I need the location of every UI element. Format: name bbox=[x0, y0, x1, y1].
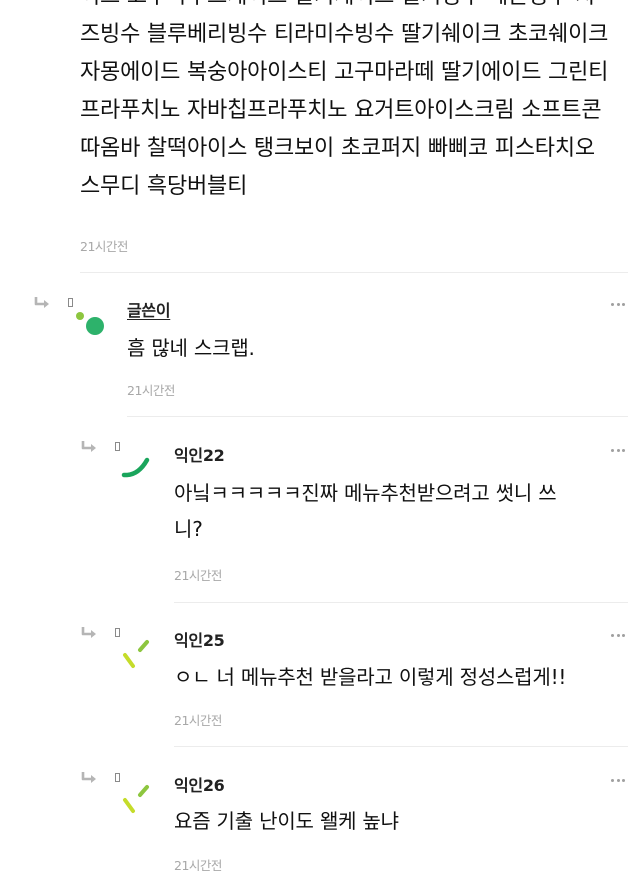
comment-text: 흠 많네 스크랩. bbox=[127, 336, 255, 360]
post-body-line: 따옴바 찰떡아이스 탱크보이 초코퍼지 빠삐코 피스타치오 bbox=[80, 136, 595, 161]
more-options-icon[interactable] bbox=[611, 632, 627, 638]
comment-timestamp: 21시간전 bbox=[174, 858, 222, 873]
comment-badge-icon bbox=[115, 442, 120, 451]
post-body-line: 자몽에이드 복숭아아이스티 고구마라떼 딸기에이드 그린티 bbox=[80, 60, 609, 85]
avatar[interactable] bbox=[120, 638, 154, 670]
more-options-icon[interactable] bbox=[611, 777, 627, 783]
divider bbox=[80, 272, 628, 273]
comment-badge-icon bbox=[115, 628, 120, 637]
reply-arrow-icon bbox=[81, 626, 97, 640]
comment-badge-icon bbox=[68, 298, 73, 307]
divider bbox=[174, 746, 628, 747]
post-timestamp: 21시간전 bbox=[80, 239, 128, 254]
divider bbox=[174, 602, 628, 603]
comment-author[interactable]: 익인22 bbox=[174, 442, 225, 466]
more-options-icon[interactable] bbox=[611, 301, 627, 307]
divider bbox=[127, 416, 628, 417]
comment-author[interactable]: 글쓴이 bbox=[127, 297, 171, 321]
post-body-line: 즈빙수 블루베리빙수 티라미수빙수 딸기쉐이크 초코쉐이크 bbox=[80, 22, 609, 47]
comment-timestamp: 21시간전 bbox=[174, 713, 222, 728]
comment-text-line: 니? bbox=[174, 517, 203, 541]
comment-timestamp: 21시간전 bbox=[174, 568, 222, 583]
comment-badge-icon bbox=[115, 773, 120, 782]
reply-arrow-icon bbox=[81, 440, 97, 454]
avatar[interactable] bbox=[74, 310, 106, 338]
comment-text-line: 아닠ㅋㅋㅋㅋㅋ진짜 메뉴추천받으려고 썻니 쓰 bbox=[174, 481, 557, 505]
reply-arrow-icon bbox=[34, 296, 50, 310]
comment-author[interactable]: 익인25 bbox=[174, 627, 225, 651]
comment-text: 요즘 기출 난이도 왤케 높냐 bbox=[174, 809, 399, 833]
post-body-line: 프라푸치노 자바칩프라푸치노 요거트아이스크림 소프트콘 bbox=[80, 98, 602, 123]
comment-author[interactable]: 익인26 bbox=[174, 772, 225, 796]
avatar[interactable] bbox=[118, 452, 154, 482]
avatar[interactable] bbox=[120, 783, 154, 815]
more-options-icon[interactable] bbox=[611, 447, 627, 453]
post-body: 이크 고구마무스케이크 딸기케이크 딸기빙수 메론빙수 치 즈빙수 블루베리빙수… bbox=[80, 0, 632, 206]
comment-text: ㅇㄴ 너 메뉴추천 받을라고 이렇게 정성스럽게!! bbox=[174, 665, 567, 689]
comment-timestamp: 21시간전 bbox=[127, 383, 175, 398]
reply-arrow-icon bbox=[81, 771, 97, 785]
post-body-line: 스무디 흑당버블티 bbox=[80, 174, 248, 199]
post-body-line: 이크 고구마무스케이크 딸기케이크 딸기빙수 메론빙수 치 bbox=[80, 0, 632, 16]
